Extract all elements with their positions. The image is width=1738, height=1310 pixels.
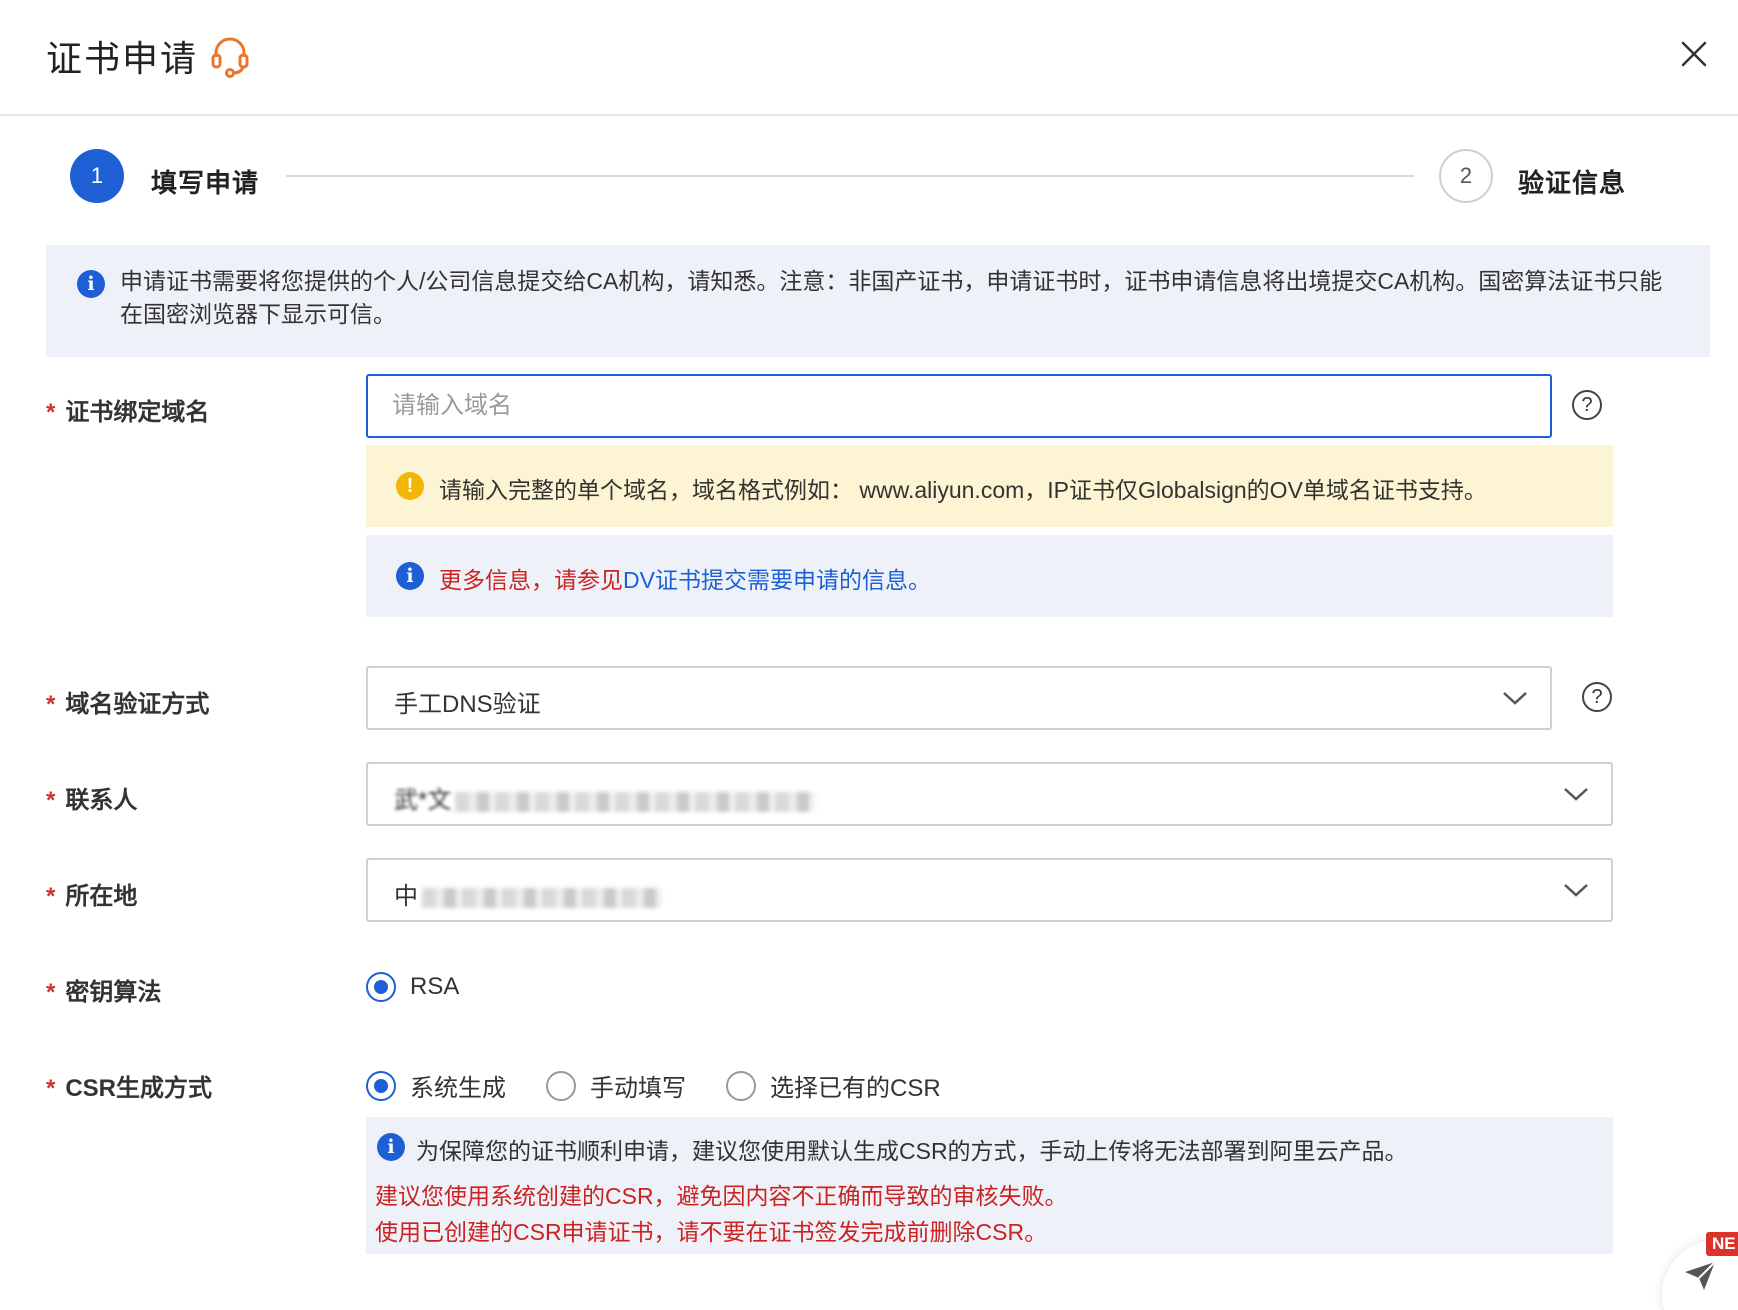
domain-help-icon[interactable]: ? (1572, 390, 1602, 420)
domain-label-text: 证书绑定域名 (65, 399, 210, 426)
dialog-title: 证书申请 (46, 38, 199, 79)
required-mark: * (46, 979, 56, 1006)
verify-method-label-text: 域名验证方式 (65, 691, 210, 718)
domain-label: * 证书绑定域名 (46, 392, 209, 427)
required-mark: * (46, 1075, 56, 1102)
verify-method-help-icon[interactable]: ? (1582, 682, 1612, 712)
paper-plane-icon[interactable] (1682, 1258, 1718, 1294)
radio-rsa-label: RSA (410, 973, 460, 1000)
domain-format-warning: ! 请输入完整的单个域名，域名格式例如： www.aliyun.com，IP证书… (366, 445, 1613, 527)
redacted-contact (455, 791, 816, 812)
required-mark: * (46, 787, 56, 814)
privacy-notice-text: 申请证书需要将您提供的个人/公司信息提交给CA机构，请知悉。注意：非国产证书，申… (120, 268, 1663, 327)
contact-value: 武*文 (394, 780, 816, 815)
verify-method-label: * 域名验证方式 (46, 684, 209, 719)
required-mark: * (46, 883, 56, 910)
required-mark: * (46, 691, 56, 718)
location-select[interactable]: 中 (366, 858, 1613, 922)
contact-label: * 联系人 (46, 780, 137, 815)
dv-info-link[interactable]: DV证书提交需要申请的信息 (623, 567, 908, 593)
csr-warning-2: 使用已创建的CSR申请证书，请不要在证书签发完成前删除CSR。 (375, 1219, 1048, 1245)
verify-method-value: 手工DNS验证 (394, 691, 541, 718)
domain-more-info-text: 更多信息，请参见DV证书提交需要申请的信息。 (439, 561, 931, 595)
required-mark: * (46, 399, 56, 426)
dialog-header: 证书申请 (0, 0, 1738, 116)
location-label: * 所在地 (46, 876, 137, 911)
info-icon: i (377, 1133, 405, 1161)
csr-method-label-text: CSR生成方式 (65, 1075, 213, 1102)
contact-label-text: 联系人 (65, 787, 138, 814)
csr-method-label: * CSR生成方式 (46, 1068, 212, 1103)
domain-format-warning-text: 请输入完整的单个域名，域名格式例如： www.aliyun.com，IP证书仅G… (439, 477, 1487, 503)
location-value: 中 (394, 876, 662, 911)
radio-indicator[interactable] (726, 1070, 756, 1101)
key-algorithm-label-text: 密钥算法 (65, 979, 162, 1006)
step-2-label: 验证信息 (1518, 168, 1627, 198)
chevron-down-icon (1503, 692, 1527, 705)
warning-icon: ! (396, 472, 424, 500)
step-2-indicator: 2 (1439, 149, 1493, 203)
verify-method-select[interactable]: 手工DNS验证 (366, 666, 1552, 730)
radio-manual-fill-label: 手动填写 (590, 1075, 686, 1102)
radio-rsa[interactable]: RSA (366, 972, 459, 1002)
certificate-apply-dialog: 证书申请 1 填写申请 2 验证信息 i 申请证书需要将您提供的个人/公司信息提… (0, 0, 1738, 1310)
radio-indicator[interactable] (366, 972, 396, 1002)
location-value-text: 中 (394, 883, 418, 910)
info-icon: i (396, 562, 424, 590)
domain-more-info: i 更多信息，请参见DV证书提交需要申请的信息。 (366, 535, 1613, 617)
radio-existing-csr[interactable]: 选择已有的CSR (726, 1068, 941, 1103)
more-info-suffix: 。 (907, 567, 931, 593)
close-icon[interactable] (1678, 38, 1710, 70)
step-1-label: 填写申请 (151, 168, 260, 198)
new-badge: NE (1706, 1232, 1738, 1256)
chevron-down-icon (1564, 884, 1588, 897)
contact-value-text: 武*文 (394, 787, 452, 814)
more-info-prefix: 更多信息，请参见 (439, 567, 623, 593)
radio-existing-csr-label: 选择已有的CSR (770, 1075, 941, 1102)
location-label-text: 所在地 (65, 883, 138, 910)
csr-tip-text: 为保障您的证书顺利申请，建议您使用默认生成CSR的方式，手动上传将无法部署到阿里… (416, 1138, 1408, 1164)
step-1-indicator: 1 (70, 149, 124, 203)
radio-indicator[interactable] (366, 1070, 396, 1101)
csr-warning-1: 建议您使用系统创建的CSR，避免因内容不正确而导致的审核失败。 (375, 1183, 1068, 1209)
radio-system-generate[interactable]: 系统生成 (366, 1068, 506, 1103)
key-algorithm-label: * 密钥算法 (46, 972, 161, 1007)
contact-select[interactable]: 武*文 (366, 762, 1613, 826)
csr-notice: i 为保障您的证书顺利申请，建议您使用默认生成CSR的方式，手动上传将无法部署到… (366, 1117, 1613, 1254)
info-icon: i (77, 270, 105, 298)
chevron-down-icon (1564, 788, 1588, 801)
privacy-notice: i 申请证书需要将您提供的个人/公司信息提交给CA机构，请知悉。注意：非国产证书… (46, 245, 1710, 357)
radio-system-generate-label: 系统生成 (410, 1075, 506, 1102)
redacted-location (422, 887, 662, 908)
radio-manual-fill[interactable]: 手动填写 (546, 1068, 686, 1103)
domain-input[interactable] (366, 374, 1552, 438)
headset-icon[interactable] (207, 33, 253, 79)
radio-indicator[interactable] (546, 1070, 576, 1101)
step-connector (286, 175, 1414, 177)
